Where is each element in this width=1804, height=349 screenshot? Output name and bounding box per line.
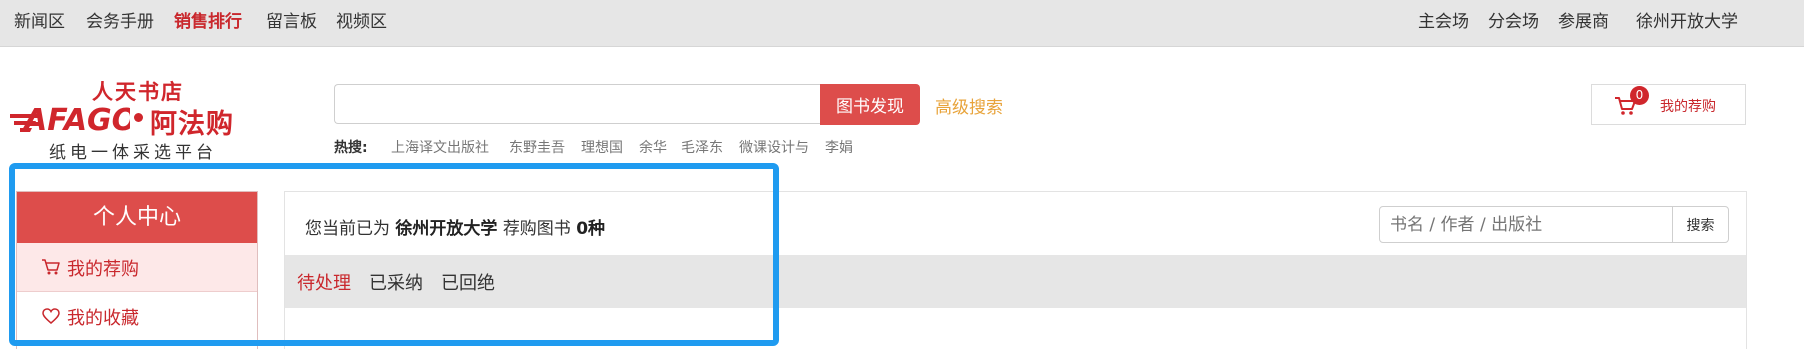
- topnav-news[interactable]: 新闻区: [14, 11, 65, 33]
- personal-center-sidebar: 个人中心 我的荐购 我的收藏: [16, 191, 258, 349]
- tab-rejected[interactable]: 已回绝: [441, 269, 495, 295]
- logo-latin-text: AFAGO: [22, 103, 130, 134]
- sidebar-item-my-favorites[interactable]: 我的收藏: [17, 292, 257, 341]
- hot-term[interactable]: 微课设计与: [739, 137, 809, 157]
- logo-slogan: 纸电一体采选平台: [49, 143, 217, 163]
- recommendation-count: 0种: [576, 219, 606, 239]
- institution-name: 徐州开放大学: [395, 219, 498, 239]
- logo-brand-cn: 阿法购: [150, 109, 234, 140]
- hot-term[interactable]: 毛泽东: [681, 137, 723, 157]
- book-discover-button[interactable]: 图书发现: [820, 84, 920, 125]
- topnav-message-board[interactable]: 留言板: [266, 11, 317, 33]
- topnav-sales-ranking[interactable]: 销售排行: [174, 11, 242, 33]
- cart-icon: [42, 259, 60, 275]
- hot-term[interactable]: 李娟: [825, 137, 853, 157]
- hot-term[interactable]: 余华: [639, 137, 667, 157]
- hot-search-label: 热搜:: [334, 140, 368, 156]
- top-nav-bar: 新闻区 会务手册 销售排行 留言板 视频区 主会场 分会场 参展商 徐州开放大学: [0, 0, 1804, 47]
- cart-count-badge: 0: [1630, 86, 1649, 105]
- advanced-search-link[interactable]: 高级搜索: [935, 93, 1003, 118]
- topnav-main-venue[interactable]: 主会场: [1418, 11, 1469, 33]
- tab-accepted[interactable]: 已采纳: [369, 269, 423, 295]
- topnav-exhibitors[interactable]: 参展商: [1558, 11, 1609, 33]
- topnav-institution[interactable]: 徐州开放大学: [1636, 11, 1738, 33]
- sidebar-item-my-recommendations[interactable]: 我的荐购: [17, 243, 257, 292]
- my-recommendations-cart[interactable]: 0 我的荐购: [1591, 84, 1746, 125]
- sidebar-title: 个人中心: [17, 192, 257, 243]
- status-prefix: 您当前已为: [305, 219, 390, 239]
- topnav-video[interactable]: 视频区: [336, 11, 387, 33]
- hot-term[interactable]: 东野圭吾: [509, 137, 565, 157]
- recommendations-panel: 您当前已为 徐州开放大学 荐购图书 0种 搜索 待处理 已采纳 已回绝: [284, 191, 1747, 349]
- hot-term[interactable]: 上海译文出版社: [391, 137, 489, 157]
- title-author-publisher-search-input[interactable]: [1379, 206, 1673, 243]
- site-logo[interactable]: 人天书店 AFAGO 阿法购 纸电一体采选平台: [8, 76, 268, 163]
- hot-term[interactable]: 理想国: [581, 137, 623, 157]
- book-search-input[interactable]: [334, 84, 820, 124]
- sidebar-item-label: 我的荐购: [67, 259, 139, 280]
- sidebar-item-label: 我的收藏: [67, 308, 139, 329]
- search-button[interactable]: 搜索: [1672, 206, 1729, 243]
- cart-label: 我的荐购: [1660, 99, 1716, 115]
- topnav-sub-venue[interactable]: 分会场: [1488, 11, 1539, 33]
- heart-icon: [42, 308, 60, 324]
- status-middle: 荐购图书: [502, 219, 571, 239]
- status-tabs: 待处理 已采纳 已回绝: [285, 255, 1746, 308]
- logo-dot: [134, 113, 143, 122]
- afago-wordmark-icon: AFAGO: [10, 103, 130, 134]
- tab-pending[interactable]: 待处理: [297, 269, 351, 295]
- topnav-conference-manual[interactable]: 会务手册: [86, 11, 154, 33]
- recommendation-status: 您当前已为 徐州开放大学 荐购图书 0种: [305, 214, 605, 239]
